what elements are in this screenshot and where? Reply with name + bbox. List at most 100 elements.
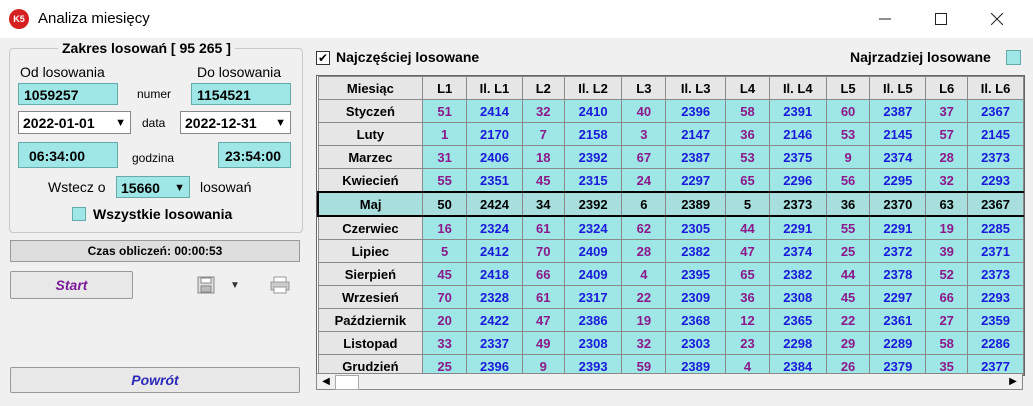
column-header[interactable]: L4 bbox=[725, 76, 770, 100]
value-cell[interactable]: 56 bbox=[825, 168, 871, 193]
value-cell[interactable]: 34 bbox=[521, 191, 565, 217]
value-cell[interactable]: 2293 bbox=[967, 168, 1024, 193]
value-cell[interactable]: 31 bbox=[422, 145, 468, 169]
value-cell[interactable]: 2285 bbox=[967, 215, 1024, 240]
value-cell[interactable]: 28 bbox=[621, 239, 667, 263]
value-cell[interactable]: 2351 bbox=[466, 168, 523, 193]
value-cell[interactable]: 2324 bbox=[563, 215, 623, 240]
value-cell[interactable]: 2145 bbox=[967, 122, 1024, 146]
value-cell[interactable]: 39 bbox=[925, 239, 969, 263]
value-cell[interactable]: 2365 bbox=[768, 308, 827, 332]
value-cell[interactable]: 2324 bbox=[466, 215, 523, 240]
value-cell[interactable]: 2305 bbox=[665, 215, 727, 240]
column-header[interactable]: L5 bbox=[825, 76, 871, 100]
value-cell[interactable]: 2378 bbox=[869, 262, 927, 286]
value-cell[interactable]: 2293 bbox=[967, 285, 1024, 309]
column-header[interactable]: Il. L6 bbox=[967, 76, 1024, 100]
table-row[interactable]: Styczeń 51 2414 32 2410 40 2396 58 2391 60 2387 37 2… bbox=[317, 99, 1024, 123]
value-cell[interactable]: 2309 bbox=[665, 285, 727, 309]
return-button[interactable]: Powrót bbox=[10, 367, 300, 393]
value-cell[interactable]: 28 bbox=[925, 145, 969, 169]
to-date-picker[interactable]: 2022-12-31 ▼ bbox=[180, 111, 291, 134]
start-button[interactable]: Start bbox=[10, 271, 133, 299]
value-cell[interactable]: 7 bbox=[521, 122, 565, 146]
value-cell[interactable]: 45 bbox=[825, 285, 871, 309]
value-cell[interactable]: 33 bbox=[422, 331, 468, 355]
value-cell[interactable]: 6 bbox=[621, 191, 667, 217]
column-header[interactable]: Il. L3 bbox=[665, 76, 727, 100]
value-cell[interactable]: 2359 bbox=[967, 308, 1024, 332]
value-cell[interactable]: 53 bbox=[825, 122, 871, 146]
month-cell[interactable]: Październik bbox=[317, 308, 424, 332]
to-time-field[interactable]: 23:54:00 bbox=[218, 142, 291, 168]
value-cell[interactable]: 20 bbox=[422, 308, 468, 332]
value-cell[interactable]: 2392 bbox=[563, 145, 623, 169]
value-cell[interactable]: 47 bbox=[725, 239, 770, 263]
value-cell[interactable]: 55 bbox=[825, 215, 871, 240]
value-cell[interactable]: 32 bbox=[521, 99, 565, 123]
value-cell[interactable]: 2315 bbox=[563, 168, 623, 193]
value-cell[interactable]: 61 bbox=[521, 285, 565, 309]
table-row[interactable]: Październik 20 2422 47 2386 19 2368 12 2365 22 236… bbox=[317, 308, 1024, 332]
value-cell[interactable]: 2412 bbox=[466, 239, 523, 263]
month-cell[interactable]: Luty bbox=[317, 122, 424, 146]
horizontal-scrollbar[interactable]: ◀ ▶ bbox=[316, 373, 1023, 390]
value-cell[interactable]: 45 bbox=[422, 262, 468, 286]
value-cell[interactable]: 2422 bbox=[466, 308, 523, 332]
value-cell[interactable]: 2146 bbox=[768, 122, 827, 146]
value-cell[interactable]: 2382 bbox=[768, 262, 827, 286]
months-grid[interactable]: Miesiąc L1 Il. L1 L2 Il. L2 L3 Il. L3 L4 Il. L4 L… bbox=[316, 75, 1025, 376]
value-cell[interactable]: 2395 bbox=[665, 262, 727, 286]
value-cell[interactable]: 18 bbox=[521, 145, 565, 169]
value-cell[interactable]: 61 bbox=[521, 215, 565, 240]
value-cell[interactable]: 2409 bbox=[563, 262, 623, 286]
value-cell[interactable]: 2389 bbox=[665, 191, 727, 217]
column-header[interactable]: Il. L4 bbox=[768, 76, 827, 100]
value-cell[interactable]: 2291 bbox=[869, 215, 927, 240]
value-cell[interactable]: 2406 bbox=[466, 145, 523, 169]
value-cell[interactable]: 2296 bbox=[768, 168, 827, 193]
month-cell[interactable]: Sierpień bbox=[317, 262, 424, 286]
value-cell[interactable]: 58 bbox=[725, 99, 770, 123]
column-header[interactable]: L2 bbox=[521, 76, 565, 100]
value-cell[interactable]: 29 bbox=[825, 331, 871, 355]
value-cell[interactable]: 57 bbox=[925, 122, 969, 146]
value-cell[interactable]: 2286 bbox=[967, 331, 1024, 355]
value-cell[interactable]: 32 bbox=[621, 331, 667, 355]
value-cell[interactable]: 70 bbox=[422, 285, 468, 309]
month-cell[interactable]: Kwiecień bbox=[317, 168, 424, 193]
value-cell[interactable]: 2303 bbox=[665, 331, 727, 355]
table-row[interactable]: Lipiec 5 2412 70 2409 28 2382 47 2374 25 2372 39 237… bbox=[317, 239, 1024, 263]
value-cell[interactable]: 2368 bbox=[665, 308, 727, 332]
table-row[interactable]: Kwiecień 55 2351 45 2315 24 2297 65 2296 56 2295 32… bbox=[317, 168, 1024, 193]
value-cell[interactable]: 2396 bbox=[665, 99, 727, 123]
value-cell[interactable]: 1 bbox=[422, 122, 468, 146]
value-cell[interactable]: 2387 bbox=[665, 145, 727, 169]
value-cell[interactable]: 32 bbox=[925, 168, 969, 193]
month-cell[interactable]: Styczeń bbox=[317, 99, 424, 123]
value-cell[interactable]: 63 bbox=[925, 191, 969, 217]
value-cell[interactable]: 2297 bbox=[665, 168, 727, 193]
value-cell[interactable]: 2317 bbox=[563, 285, 623, 309]
value-cell[interactable]: 60 bbox=[825, 99, 871, 123]
table-row[interactable]: Marzec 31 2406 18 2392 67 2387 53 2375 9 2374 28 237… bbox=[317, 145, 1024, 169]
value-cell[interactable]: 36 bbox=[725, 285, 770, 309]
value-cell[interactable]: 12 bbox=[725, 308, 770, 332]
value-cell[interactable]: 50 bbox=[422, 191, 468, 217]
value-cell[interactable]: 4 bbox=[621, 262, 667, 286]
value-cell[interactable]: 2337 bbox=[466, 331, 523, 355]
value-cell[interactable]: 36 bbox=[825, 191, 871, 217]
from-number-field[interactable]: 1059257 bbox=[18, 83, 118, 105]
month-cell[interactable]: Marzec bbox=[317, 145, 424, 169]
month-cell[interactable]: Wrzesień bbox=[317, 285, 424, 309]
value-cell[interactable]: 2297 bbox=[869, 285, 927, 309]
table-row[interactable]: Wrzesień 70 2328 61 2317 22 2309 36 2308 45 2297 66… bbox=[317, 285, 1024, 309]
column-header[interactable]: L1 bbox=[422, 76, 468, 100]
back-combo[interactable]: 15660 ▼ bbox=[116, 176, 190, 198]
value-cell[interactable]: 2386 bbox=[563, 308, 623, 332]
value-cell[interactable]: 52 bbox=[925, 262, 969, 286]
value-cell[interactable]: 2392 bbox=[563, 191, 623, 217]
value-cell[interactable]: 66 bbox=[925, 285, 969, 309]
minimize-button[interactable] bbox=[862, 0, 908, 38]
value-cell[interactable]: 40 bbox=[621, 99, 667, 123]
